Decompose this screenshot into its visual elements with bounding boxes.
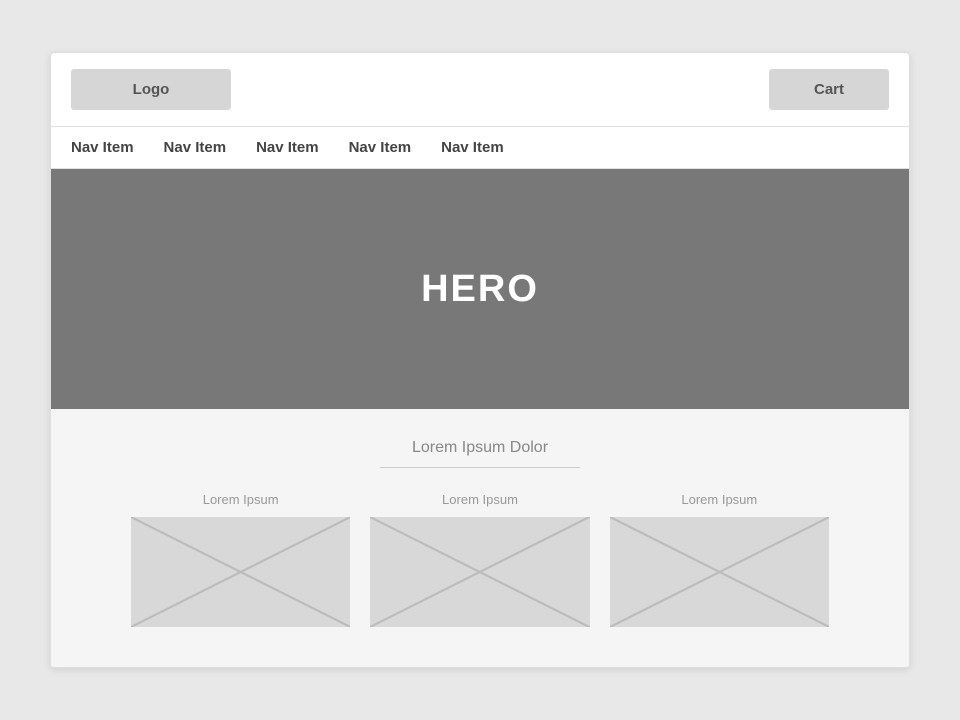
section-title: Lorem Ipsum Dolor	[380, 439, 580, 468]
column-2: Lorem Ipsum	[370, 492, 589, 627]
nav-item-4[interactable]: Nav Item	[349, 139, 412, 156]
nav-item-2[interactable]: Nav Item	[164, 139, 227, 156]
nav-item-1[interactable]: Nav Item	[71, 139, 134, 156]
nav-item-5[interactable]: Nav Item	[441, 139, 504, 156]
column-3-label: Lorem Ipsum	[681, 492, 757, 507]
navbar: Nav Item Nav Item Nav Item Nav Item Nav …	[51, 127, 909, 169]
page-wrapper: Logo Cart Nav Item Nav Item Nav Item Nav…	[50, 52, 910, 668]
image-placeholder-2	[370, 517, 589, 627]
hero-section: HERO	[51, 169, 909, 409]
column-1-label: Lorem Ipsum	[203, 492, 279, 507]
image-placeholder-3	[610, 517, 829, 627]
columns: Lorem Ipsum Lorem Ipsum	[131, 492, 829, 627]
logo-button[interactable]: Logo	[71, 69, 231, 110]
cart-button[interactable]: Cart	[769, 69, 889, 110]
image-placeholder-1	[131, 517, 350, 627]
content-section: Lorem Ipsum Dolor Lorem Ipsum Lorem Ipsu…	[51, 409, 909, 667]
column-1: Lorem Ipsum	[131, 492, 350, 627]
nav-item-3[interactable]: Nav Item	[256, 139, 319, 156]
column-3: Lorem Ipsum	[610, 492, 829, 627]
section-title-wrap: Lorem Ipsum Dolor	[131, 439, 829, 468]
column-2-label: Lorem Ipsum	[442, 492, 518, 507]
header: Logo Cart	[51, 53, 909, 127]
hero-title: HERO	[421, 268, 539, 311]
